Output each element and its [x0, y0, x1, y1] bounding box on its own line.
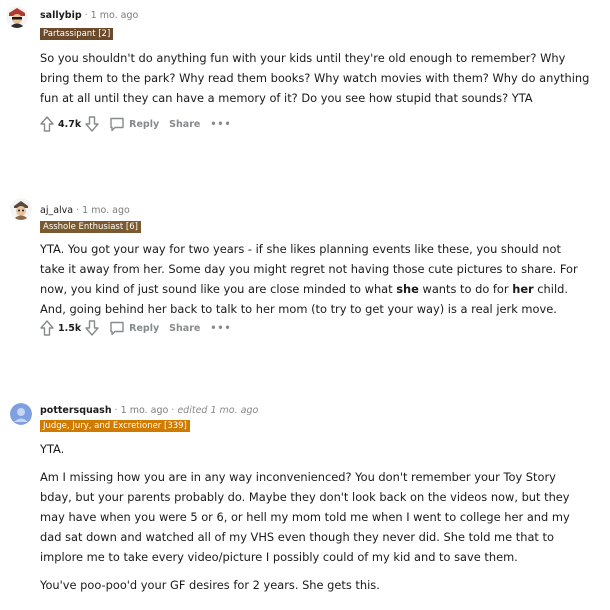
comment-aj-alva: aj_alva · 1 mo. ago Asshole Enthusiast […	[0, 195, 610, 345]
separator: ·	[84, 10, 88, 21]
downvote-icon[interactable]	[85, 320, 99, 336]
comment-bubble-icon	[110, 117, 124, 131]
comment-paragraph: So you shouldn't do anything fun with yo…	[40, 51, 590, 105]
comment-paragraph: YTA. You got your way for two years - if…	[40, 239, 585, 319]
more-options-icon[interactable]: •••	[210, 323, 231, 334]
reply-label: Reply	[129, 322, 160, 334]
user-flair: Partassipant [2]	[40, 28, 114, 40]
separator: ·	[171, 405, 175, 416]
edited-label: edited 1 mo. ago	[177, 405, 259, 416]
comment-actions: 4.7k Reply Share •••	[40, 116, 232, 132]
upvote-icon[interactable]	[40, 320, 54, 336]
avatar[interactable]	[10, 403, 32, 425]
timestamp[interactable]: 1 mo. ago	[121, 405, 169, 416]
comment-actions: 1.5k Reply Share •••	[40, 320, 232, 336]
vote-count: 4.7k	[58, 118, 82, 130]
downvote-icon[interactable]	[85, 116, 99, 132]
timestamp[interactable]: 1 mo. ago	[91, 10, 139, 21]
comment-paragraph: Am I missing how you are in any way inco…	[40, 470, 570, 564]
avatar-icon	[6, 6, 28, 28]
comment-paragraph: YTA.	[40, 442, 65, 456]
share-button[interactable]: Share	[169, 323, 200, 334]
avatar-icon	[10, 198, 32, 220]
separator: ·	[76, 205, 80, 216]
comment-sallybip: sallybip · 1 mo. ago Partassipant [2] So…	[0, 0, 610, 150]
reply-button[interactable]: Reply	[109, 321, 159, 336]
comment-body: YTA. You got your way for two years - if…	[40, 239, 585, 319]
avatar[interactable]	[10, 198, 32, 220]
comment-paragraph: You've poo-poo'd your GF desires for 2 y…	[40, 578, 380, 592]
comment-meta: sallybip · 1 mo. ago	[40, 10, 138, 21]
reply-button[interactable]: Reply	[109, 117, 159, 132]
avatar-icon	[10, 403, 32, 425]
comment-thread: sallybip · 1 mo. ago Partassipant [2] So…	[0, 0, 610, 610]
username[interactable]: pottersquash	[40, 405, 112, 416]
comment-meta: aj_alva · 1 mo. ago	[40, 205, 130, 216]
avatar[interactable]	[6, 6, 28, 28]
reply-label: Reply	[129, 118, 160, 130]
emphasis-text: her	[512, 282, 534, 296]
emphasis-text: she	[396, 282, 419, 296]
comment-text: wants to do for	[418, 282, 513, 296]
user-flair: Asshole Enthusiast [6]	[40, 221, 141, 233]
timestamp[interactable]: 1 mo. ago	[82, 205, 130, 216]
share-button[interactable]: Share	[169, 119, 200, 130]
username[interactable]: sallybip	[40, 10, 82, 21]
more-options-icon[interactable]: •••	[210, 119, 231, 130]
comment-pottersquash: pottersquash · 1 mo. ago · edited 1 mo. …	[0, 395, 610, 610]
user-flair: Judge, Jury, and Excretioner [339]	[40, 420, 190, 432]
separator: ·	[114, 405, 118, 416]
username[interactable]: aj_alva	[40, 205, 73, 216]
comment-body: So you shouldn't do anything fun with yo…	[40, 48, 595, 108]
comment-meta: pottersquash · 1 mo. ago · edited 1 mo. …	[40, 405, 258, 416]
upvote-icon[interactable]	[40, 116, 54, 132]
comment-bubble-icon	[110, 321, 124, 335]
comment-body: YTA. Am I missing how you are in any way…	[40, 439, 588, 595]
vote-count: 1.5k	[58, 322, 82, 334]
